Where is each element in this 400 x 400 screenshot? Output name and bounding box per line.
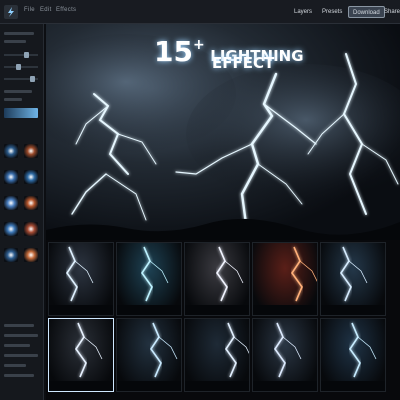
title-line-2: EFFECT bbox=[212, 54, 275, 72]
app-logo-icon[interactable] bbox=[4, 5, 18, 19]
preset-thumbnail[interactable] bbox=[184, 242, 250, 316]
lightning-thumb-graphic bbox=[185, 246, 249, 315]
menu-tab-effects[interactable]: Effects bbox=[56, 7, 76, 13]
lightning-thumb-graphic bbox=[49, 246, 113, 315]
lightning-thumb-graphic bbox=[117, 246, 181, 315]
sidebar-preset-thumb[interactable] bbox=[4, 144, 18, 158]
preset-thumbnail[interactable] bbox=[252, 318, 318, 392]
preset-thumbnail[interactable] bbox=[252, 242, 318, 316]
sidebar-label bbox=[4, 98, 22, 101]
sidebar-preset-thumb[interactable] bbox=[4, 170, 18, 184]
hero-title: 15+ LIGHTNING EFFECT bbox=[154, 35, 304, 71]
preset-thumbnail[interactable] bbox=[48, 242, 114, 316]
glow-slider[interactable] bbox=[4, 64, 38, 70]
sidebar-preset-thumb[interactable] bbox=[24, 144, 38, 158]
menu-tab-file[interactable]: File bbox=[24, 7, 35, 13]
preset-thumbnail[interactable] bbox=[116, 318, 182, 392]
sidebar-preset-thumb[interactable] bbox=[24, 248, 38, 262]
hero-preview[interactable]: 15+ LIGHTNING EFFECT bbox=[46, 24, 400, 240]
preset-thumbnail[interactable] bbox=[184, 318, 250, 392]
lightning-thumb-graphic bbox=[321, 322, 385, 391]
lightning-thumb-graphic bbox=[253, 322, 317, 391]
preset-thumbnail[interactable] bbox=[320, 318, 386, 392]
preset-thumbnail[interactable] bbox=[320, 242, 386, 316]
menu-tab-edit[interactable]: Edit bbox=[40, 7, 52, 13]
slider-handle[interactable] bbox=[30, 76, 35, 82]
title-number: 15 bbox=[154, 35, 193, 68]
main-canvas[interactable]: 15+ LIGHTNING EFFECT bbox=[46, 24, 400, 400]
sidebar-preset-thumb[interactable] bbox=[4, 248, 18, 262]
sidebar-label bbox=[4, 354, 38, 357]
lightning-thumb-graphic bbox=[185, 322, 249, 391]
slider-handle[interactable] bbox=[16, 64, 21, 70]
lightning-thumb-graphic bbox=[49, 322, 113, 391]
preset-grid bbox=[46, 240, 400, 400]
sidebar-label bbox=[4, 32, 34, 35]
color-gradient-swatch[interactable] bbox=[4, 108, 38, 118]
lightning-thumb-graphic bbox=[253, 246, 317, 315]
sidebar-label bbox=[4, 90, 32, 93]
sidebar-label bbox=[4, 334, 38, 337]
intensity-slider[interactable] bbox=[4, 52, 38, 58]
tools-sidebar bbox=[0, 24, 44, 400]
presets-button[interactable]: Presets bbox=[318, 6, 346, 18]
layers-button[interactable]: Layers bbox=[290, 6, 316, 18]
lightning-thumb-graphic bbox=[117, 322, 181, 391]
share-button[interactable]: Share bbox=[380, 6, 400, 18]
top-menu-bar: File Edit Effects Layers Presets Downloa… bbox=[0, 0, 400, 24]
preset-thumbnail[interactable] bbox=[48, 318, 114, 392]
title-plus: + bbox=[192, 37, 205, 53]
sidebar-preset-thumb[interactable] bbox=[4, 196, 18, 210]
sidebar-label bbox=[4, 364, 26, 367]
sidebar-preset-thumb[interactable] bbox=[24, 170, 38, 184]
sidebar-preset-thumb[interactable] bbox=[24, 222, 38, 236]
sidebar-label bbox=[4, 344, 30, 347]
spread-slider[interactable] bbox=[4, 76, 38, 82]
sidebar-preset-thumb[interactable] bbox=[24, 196, 38, 210]
sidebar-preset-thumb[interactable] bbox=[4, 222, 18, 236]
preset-thumbnail[interactable] bbox=[116, 242, 182, 316]
slider-handle[interactable] bbox=[24, 52, 29, 58]
sidebar-label bbox=[4, 324, 34, 327]
lightning-thumb-graphic bbox=[321, 246, 385, 315]
sidebar-label bbox=[4, 40, 26, 43]
sidebar-label bbox=[4, 374, 34, 377]
